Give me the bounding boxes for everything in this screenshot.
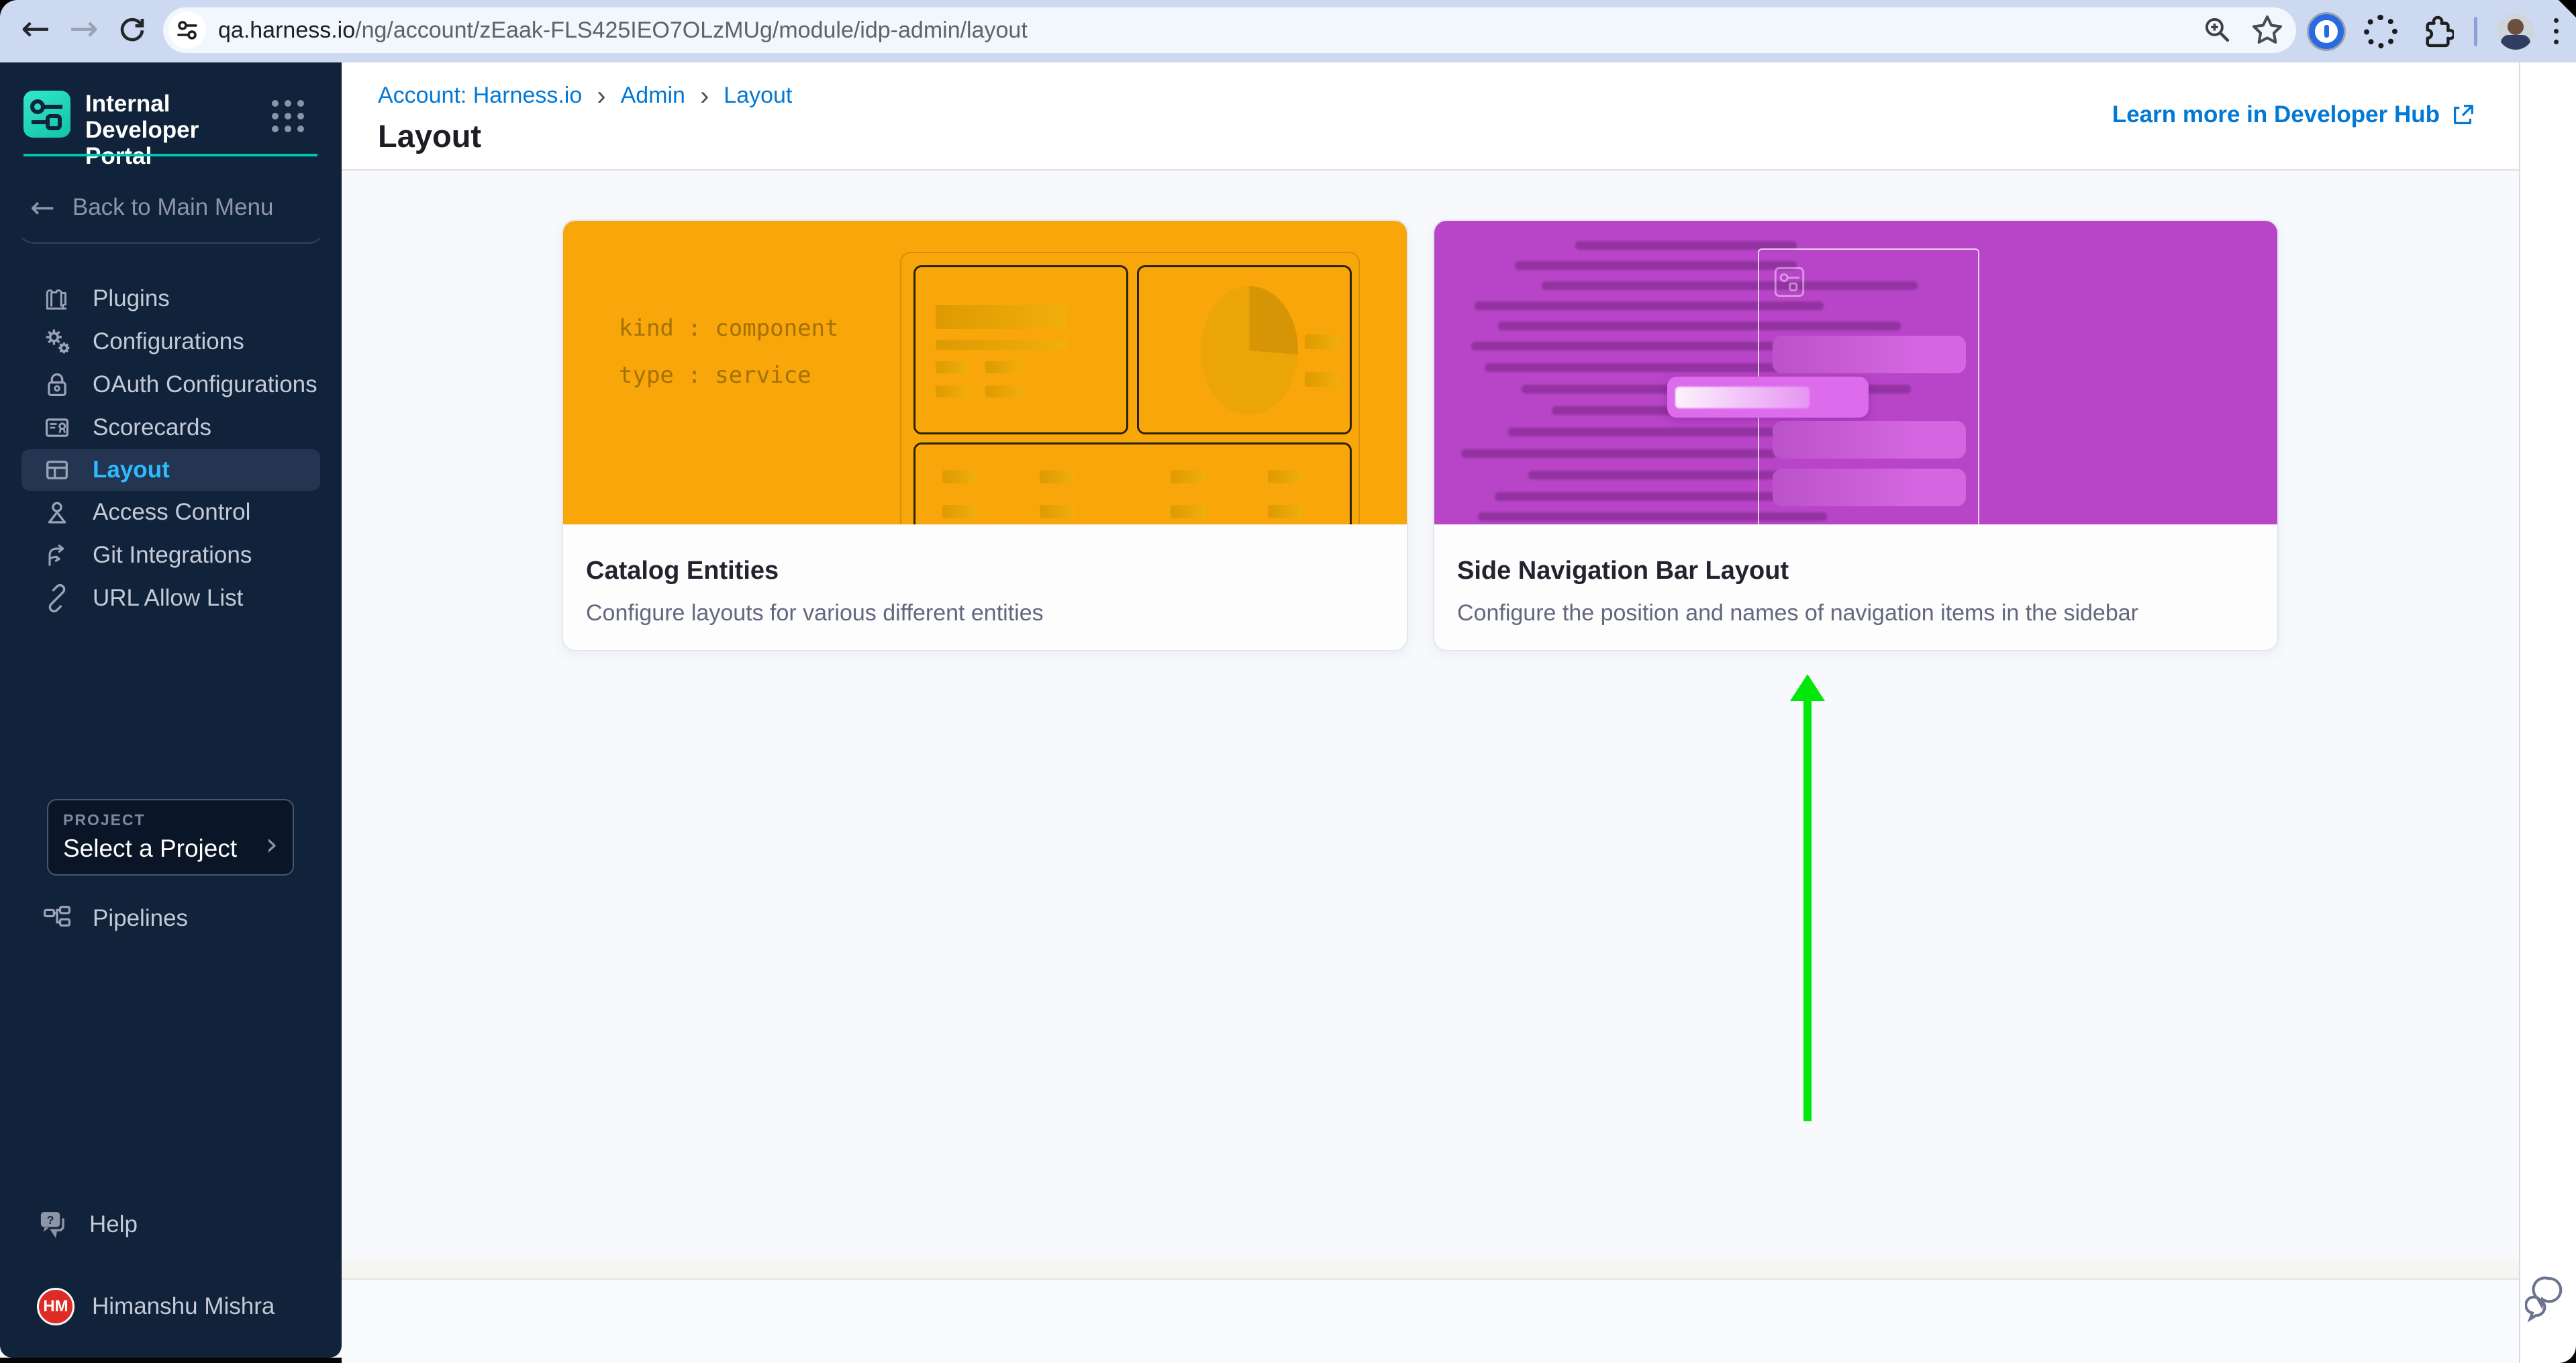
chevron-right-icon: › xyxy=(266,826,278,862)
user-profile[interactable]: HM Himanshu Mishra xyxy=(37,1288,275,1325)
help-chat-icon: ? xyxy=(37,1207,72,1242)
breadcrumb-separator-icon: › xyxy=(597,85,605,107)
user-name: Himanshu Mishra xyxy=(92,1293,275,1320)
bookmark-star-icon[interactable] xyxy=(2250,13,2284,47)
learn-more-label: Learn more in Developer Hub xyxy=(2112,101,2440,128)
annotation-arrow-up xyxy=(1789,674,1826,1121)
project-label: PROJECT xyxy=(63,811,278,829)
nav-item-mock xyxy=(1773,421,1966,459)
side-nav-layout-card[interactable]: Side Navigation Bar Layout Configure the… xyxy=(1433,220,2279,651)
url-text[interactable]: qa.harness.io/ng/account/zEaak-FLS425IEO… xyxy=(218,17,1028,44)
chat-support-button[interactable] xyxy=(2525,1272,2572,1326)
card-description: Configure layouts for various different … xyxy=(586,600,1384,626)
layout-icon xyxy=(42,455,72,485)
user-avatar: HM xyxy=(37,1288,75,1325)
plugins-icon xyxy=(42,283,72,314)
site-settings-icon[interactable] xyxy=(168,11,206,49)
window-edge xyxy=(0,1358,362,1363)
right-panel xyxy=(2519,62,2576,1363)
nav-item-mock-dragging xyxy=(1667,377,1869,418)
browser-forward-button[interactable]: → xyxy=(60,5,107,52)
url-allow-list-icon xyxy=(42,583,72,614)
page-header: Account: Harness.io › Admin › Layout Lay… xyxy=(342,62,2519,171)
loading-extension-icon[interactable] xyxy=(2364,15,2397,48)
pipelines-icon xyxy=(42,903,72,934)
breadcrumb-layout[interactable]: Layout xyxy=(724,83,792,109)
address-bar[interactable]: qa.harness.io/ng/account/zEaak-FLS425IEO… xyxy=(163,7,2296,53)
sidebar-mock-logo xyxy=(1773,265,1806,299)
sidebar-item-configurations[interactable]: Configurations xyxy=(0,320,342,363)
table-widget-mock xyxy=(913,442,1352,524)
sidebar-item-pipelines[interactable]: Pipelines xyxy=(42,903,188,934)
extensions-puzzle-icon[interactable] xyxy=(2418,13,2454,50)
learn-more-link[interactable]: Learn more in Developer Hub xyxy=(2112,101,2476,128)
external-link-icon xyxy=(2450,102,2476,128)
sidebar-item-git-integrations[interactable]: Git Integrations xyxy=(0,534,342,577)
card-title: Side Navigation Bar Layout xyxy=(1457,557,2255,585)
reload-icon xyxy=(117,13,148,44)
sidebar-item-help[interactable]: ? Help xyxy=(37,1207,138,1242)
toolbar-separator xyxy=(2474,17,2477,46)
chat-bubbles-icon xyxy=(2525,1272,2572,1326)
yaml-type-line: type : service xyxy=(619,362,811,389)
sidebar-item-url-allow-list[interactable]: URL Allow List xyxy=(0,577,342,620)
footer-strip xyxy=(342,1260,2519,1280)
card-title: Catalog Entities xyxy=(586,557,1384,585)
browser-back-button[interactable]: ← xyxy=(12,5,59,52)
pie-chart-mock xyxy=(1201,286,1298,415)
browser-profile-avatar[interactable] xyxy=(2497,13,2534,50)
catalog-entities-card[interactable]: kind : component type : service xyxy=(562,220,1408,651)
nav-item-mock xyxy=(1773,469,1966,506)
chart-widget-mock xyxy=(1137,265,1352,434)
about-widget-mock xyxy=(913,265,1128,434)
brand-title: Internal Developer Portal xyxy=(85,91,253,169)
browser-toolbar: ← → qa.harness.io/ng/account/zEaak-FLS42… xyxy=(0,0,2576,62)
nav-item-mock xyxy=(1773,336,1966,373)
svg-text:?: ? xyxy=(47,1213,54,1227)
help-label: Help xyxy=(89,1211,138,1238)
browser-menu-icon[interactable] xyxy=(2554,18,2559,44)
project-value: Select a Project xyxy=(63,835,278,863)
card-description: Configure the position and names of navi… xyxy=(1457,600,2255,626)
yaml-kind-line: kind : component xyxy=(619,315,839,342)
browser-reload-button[interactable] xyxy=(109,5,156,52)
configurations-icon xyxy=(42,326,72,357)
project-selector[interactable]: PROJECT Select a Project › xyxy=(47,799,294,876)
breadcrumb-admin[interactable]: Admin xyxy=(621,83,685,109)
git-integrations-icon xyxy=(42,540,72,571)
screen: ← → qa.harness.io/ng/account/zEaak-FLS42… xyxy=(0,0,2576,1363)
sidebar-item-plugins[interactable]: Plugins xyxy=(0,277,342,320)
content-area: kind : component type : service xyxy=(342,171,2519,1260)
teal-divider xyxy=(23,154,317,156)
breadcrumb: Account: Harness.io › Admin › Layout xyxy=(378,83,792,109)
breadcrumb-separator-icon: › xyxy=(700,85,709,107)
catalog-entities-illustration: kind : component type : service xyxy=(563,221,1407,524)
scorecards-icon xyxy=(42,412,72,443)
pipelines-label: Pipelines xyxy=(93,905,188,932)
module-grid-icon[interactable] xyxy=(272,100,304,132)
oauth-lock-icon xyxy=(42,369,72,400)
sidebar-item-scorecards[interactable]: Scorecards xyxy=(0,406,342,449)
zoom-page-icon[interactable] xyxy=(2202,15,2233,46)
rounded-divider xyxy=(17,163,326,244)
url-domain: qa.harness.io xyxy=(218,17,355,43)
password-manager-extension-icon[interactable] xyxy=(2309,14,2344,49)
side-nav-illustration xyxy=(1434,221,2277,524)
sidebar-item-access-control[interactable]: Access Control xyxy=(0,491,342,534)
sidebar-item-layout[interactable]: Layout xyxy=(21,449,320,491)
url-path: /ng/account/zEaak-FLS425IEO7OLzMUg/modul… xyxy=(355,17,1028,43)
page-title: Layout xyxy=(378,117,481,154)
footer-area xyxy=(342,1280,2519,1363)
sidebar-item-oauth-configurations[interactable]: OAuth Configurations xyxy=(0,363,342,406)
idp-logo xyxy=(23,91,70,138)
sidebar-menu: Plugins Configurations xyxy=(0,277,342,620)
sidebar: Internal Developer Portal ← Back to Main… xyxy=(0,62,342,1358)
access-control-icon xyxy=(42,497,72,528)
breadcrumb-account[interactable]: Account: Harness.io xyxy=(378,83,582,109)
